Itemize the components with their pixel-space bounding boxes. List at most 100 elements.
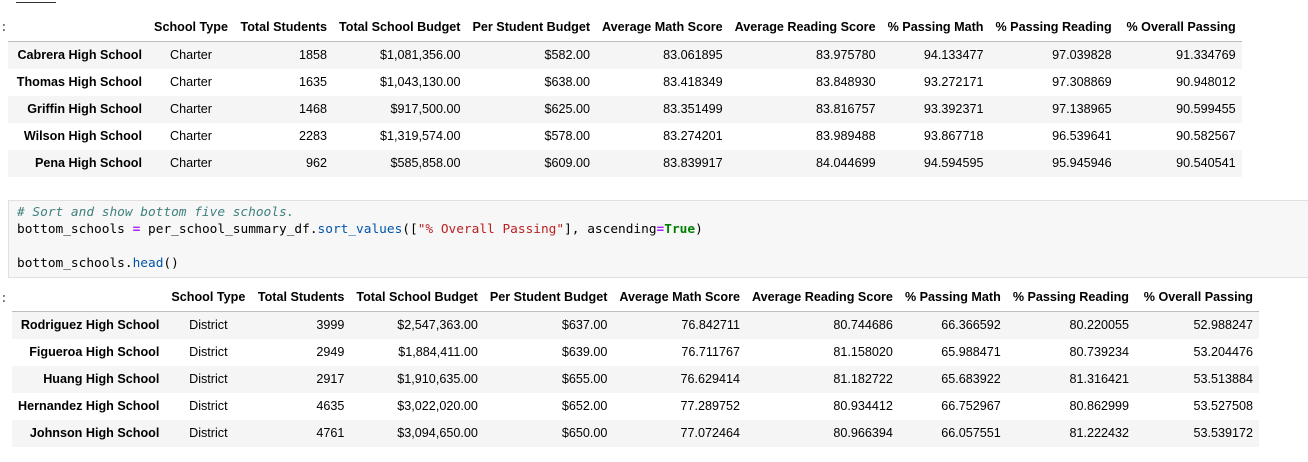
- table-cell: 97.308869: [1052, 75, 1112, 89]
- table-cell: District: [189, 426, 228, 440]
- code-punct: ([: [402, 222, 418, 237]
- row-index-label: Cabrera High School: [17, 48, 142, 62]
- table-cell: 81.222432: [1069, 426, 1129, 440]
- table-cell: $1,910,635.00: [397, 372, 478, 386]
- table-cell: 76.711767: [681, 345, 741, 359]
- row-index-label: Johnson High School: [29, 426, 160, 440]
- table-cell: 90.582567: [1176, 129, 1236, 143]
- column-header: % Overall Passing: [1135, 284, 1259, 312]
- code-keyword: True: [664, 222, 696, 237]
- table-cell: $1,043,130.00: [379, 75, 461, 89]
- table-cell: 66.752967: [941, 399, 1001, 413]
- table-cell: 65.988471: [941, 345, 1001, 359]
- column-header: Total Students: [234, 14, 333, 42]
- code-line-comment: # Sort and show bottom five schools.: [17, 205, 294, 220]
- column-header: % Passing Reading: [1006, 284, 1135, 312]
- table-cell: 53.527508: [1193, 399, 1253, 413]
- column-header: Per Student Budget: [483, 284, 614, 312]
- table-cell: 80.744686: [833, 318, 893, 332]
- column-header: School Type: [165, 284, 252, 312]
- column-header: % Passing Math: [898, 284, 1007, 312]
- table-row: Wilson High School Charter 2283 $1,319,574.…: [8, 123, 1242, 150]
- table-cell: 2917: [316, 372, 345, 386]
- table-cell: 3999: [316, 318, 345, 332]
- code-method: sort_values: [317, 222, 403, 237]
- table-cell: 83.848930: [816, 75, 876, 89]
- table-cell: 93.392371: [923, 102, 984, 116]
- table-cell: 2283: [298, 129, 327, 143]
- column-header: School Type: [148, 14, 234, 42]
- table-cell: $1,319,574.00: [379, 129, 461, 143]
- table-row: Cabrera High School Charter 1858 $1,081,356…: [8, 41, 1242, 69]
- table-cell: $609.00: [544, 156, 591, 170]
- table-cell: $3,094,650.00: [397, 426, 478, 440]
- code-method: head: [132, 256, 164, 271]
- column-header: Average Reading Score: [728, 14, 882, 42]
- index-header: [8, 14, 148, 42]
- table-cell: Charter: [170, 48, 212, 62]
- table-cell: 90.540541: [1176, 156, 1236, 170]
- table-cell: 91.334769: [1176, 48, 1236, 62]
- code-cell[interactable]: # Sort and show bottom five schools. bot…: [8, 200, 1308, 278]
- table-cell: $582.00: [544, 48, 591, 62]
- code-punct: ): [695, 222, 703, 237]
- table-cell: 83.989488: [816, 129, 876, 143]
- column-header: Total School Budget: [333, 14, 467, 42]
- table-cell: Charter: [170, 156, 212, 170]
- row-index-label: Figueroa High School: [29, 345, 160, 359]
- column-header: Average Reading Score: [746, 284, 899, 312]
- table-cell: 83.061895: [663, 48, 723, 62]
- table-cell: 1468: [298, 102, 327, 116]
- code-line-sort: bottom_schools = per_school_summary_df.s…: [17, 222, 703, 237]
- table-cell: 4761: [316, 426, 345, 440]
- column-header: % Passing Reading: [989, 14, 1118, 42]
- table-row: Huang High School District 2917 $1,910,635.…: [12, 366, 1259, 393]
- column-header: % Overall Passing: [1117, 14, 1242, 42]
- table-cell: 66.057551: [941, 426, 1001, 440]
- column-header: Average Math Score: [613, 284, 747, 312]
- table-cell: District: [189, 318, 228, 332]
- table-cell: Charter: [170, 102, 212, 116]
- row-index-label: Thomas High School: [16, 75, 142, 89]
- table-cell: 95.945946: [1052, 156, 1112, 170]
- table-cell: 96.539641: [1052, 129, 1112, 143]
- table-cell: 76.629414: [680, 372, 741, 386]
- table-cell: District: [189, 372, 228, 386]
- table-cell: 962: [305, 156, 327, 170]
- table-cell: 77.072464: [680, 426, 741, 440]
- table-cell: 83.975780: [816, 48, 876, 62]
- column-header: Total School Budget: [350, 284, 484, 312]
- code-operator: =: [132, 222, 141, 237]
- table-cell: 84.044699: [816, 156, 876, 170]
- table-cell: 4635: [316, 399, 345, 413]
- column-header: Total Students: [251, 284, 351, 312]
- table-cell: 66.366592: [941, 318, 1001, 332]
- table-cell: $917,500.00: [390, 102, 461, 116]
- table-row: Pena High School Charter 962 $585,858.00 $60…: [8, 150, 1242, 177]
- table-cell: 97.039828: [1052, 48, 1112, 62]
- column-header: Average Math Score: [596, 14, 729, 42]
- row-index-label: Pena High School: [34, 156, 142, 170]
- table-cell: Charter: [170, 129, 212, 143]
- table-cell: $637.00: [561, 318, 608, 332]
- table-cell: 52.988247: [1193, 318, 1253, 332]
- table-cell: 81.158020: [833, 345, 893, 359]
- row-index-label: Wilson High School: [23, 129, 142, 143]
- output-prompt-marker: :: [0, 20, 8, 35]
- table-cell: 83.274201: [663, 129, 723, 143]
- row-index-label: Huang High School: [43, 372, 160, 386]
- table-row: Thomas High School Charter 1635 $1,043,130.…: [8, 69, 1242, 96]
- table-row: Rodriguez High School District 3999 $2,547,…: [12, 311, 1259, 339]
- table-cell: 83.351499: [663, 102, 723, 116]
- bottom-schools-table: School Type Total Students Total School Bu…: [12, 284, 1259, 447]
- table-cell: 94.133477: [923, 48, 984, 62]
- top-schools-table: School Type Total Students Total School Bu…: [8, 14, 1242, 177]
- code-object: bottom_schools.: [17, 256, 133, 271]
- table-cell: 81.182722: [833, 372, 893, 386]
- table-row: Johnson High School District 4761 $3,094,65…: [12, 420, 1259, 447]
- code-punct: (): [163, 256, 179, 271]
- table-cell: $655.00: [561, 372, 608, 386]
- table-cell: $578.00: [544, 129, 591, 143]
- table-cell: 94.594595: [923, 156, 984, 170]
- column-header: Per Student Budget: [466, 14, 597, 42]
